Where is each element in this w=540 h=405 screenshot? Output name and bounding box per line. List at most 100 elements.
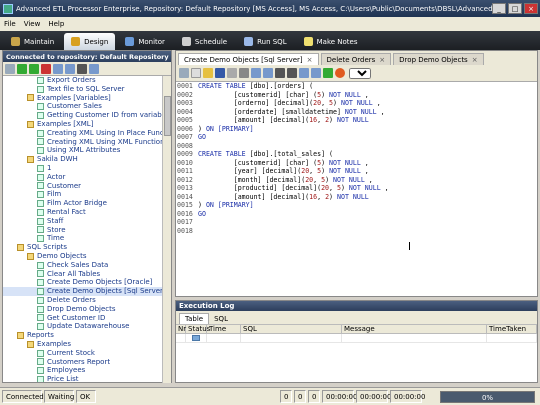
item-icon: [37, 296, 44, 304]
tree-item[interactable]: Rental Fact: [3, 208, 163, 217]
tree-folder[interactable]: Demo Objects: [3, 252, 163, 261]
tree-item[interactable]: Text file to SQL Server: [3, 85, 163, 94]
tree-item[interactable]: Film Actor Bridge: [3, 199, 163, 208]
tree-item[interactable]: Get Customer ID: [3, 314, 163, 323]
code-line: 0008: [176, 142, 537, 151]
menu-help[interactable]: Help: [44, 20, 68, 28]
code-text: [customerid] [char] (5) NOT NULL ,: [198, 90, 369, 99]
tree-item[interactable]: Update Datawarehouse: [3, 322, 163, 331]
find-icon[interactable]: [275, 68, 285, 78]
properties-icon[interactable]: [179, 68, 189, 78]
tab-sql[interactable]: SQL: [209, 313, 233, 324]
title-bar: Advanced ETL Processor Enterprise, Repos…: [0, 0, 540, 17]
redo-icon[interactable]: [311, 68, 321, 78]
menu-file[interactable]: File: [0, 20, 20, 28]
document-tab[interactable]: Delete Orders ×: [320, 53, 392, 65]
tree-label: Reports: [27, 331, 54, 340]
replace-icon[interactable]: [287, 68, 297, 78]
tab-run-sql[interactable]: Run SQL: [237, 33, 294, 50]
tree-item[interactable]: Customer: [3, 182, 163, 191]
tree-folder[interactable]: Examples: [3, 340, 163, 349]
tree-item[interactable]: Customer Sales: [3, 102, 163, 111]
print-icon[interactable]: [227, 68, 237, 78]
tree-item[interactable]: Customers Report: [3, 358, 163, 367]
minimize-button[interactable]: _: [492, 3, 506, 14]
stop-icon[interactable]: [335, 68, 345, 78]
open-icon[interactable]: [203, 68, 213, 78]
close-tab-icon[interactable]: ×: [379, 56, 385, 64]
tree-folder[interactable]: Examples [Variables]: [3, 94, 163, 103]
add-icon[interactable]: [17, 63, 27, 74]
code-text: [month] [decimal](20, 5) NOT NULL ,: [198, 175, 373, 184]
code-text: ) ON [PRIMARY]: [198, 124, 254, 133]
tab-table[interactable]: Table: [179, 313, 210, 324]
document-tab[interactable]: Create Demo Objects [Sql Server] ×: [178, 53, 319, 65]
scrollbar-thumb[interactable]: [164, 96, 171, 136]
tab-schedule[interactable]: Schedule: [175, 33, 234, 50]
tree-item[interactable]: Create Demo Objects [Oracle]: [3, 278, 163, 287]
menu-view[interactable]: View: [20, 20, 45, 28]
tree-item[interactable]: Clear All Tables: [3, 270, 163, 279]
find-icon[interactable]: [77, 63, 87, 74]
undo-icon[interactable]: [299, 68, 309, 78]
tree-item[interactable]: 1: [3, 164, 163, 173]
tree-label: Staff: [47, 216, 64, 225]
new-icon[interactable]: [191, 68, 201, 78]
col-time[interactable]: Time: [207, 325, 241, 333]
tree-item[interactable]: Create Demo Objects [Sql Server]: [3, 287, 163, 296]
delete-icon[interactable]: [41, 63, 51, 74]
tab-monitor[interactable]: Monitor: [118, 33, 172, 50]
code-text: [orderno] [decimal](20, 5) NOT NULL ,: [198, 99, 381, 107]
tree-item[interactable]: Creating XML Using In Place Function: [3, 129, 163, 138]
close-button[interactable]: ×: [524, 3, 538, 14]
document-tab[interactable]: Drop Demo Objects ×: [393, 53, 484, 65]
tree-item[interactable]: Store: [3, 226, 163, 235]
col-sql[interactable]: SQL: [241, 325, 342, 333]
tree-item[interactable]: Current Stock: [3, 349, 163, 358]
col-message[interactable]: Message: [342, 325, 487, 333]
col-nr[interactable]: Nr: [176, 325, 186, 333]
tree-item[interactable]: Check Sales Data: [3, 261, 163, 270]
tree-folder[interactable]: Reports: [3, 331, 163, 340]
tree-item[interactable]: Drop Demo Objects: [3, 305, 163, 314]
tree-item[interactable]: Staff: [3, 217, 163, 226]
tree-item[interactable]: Actor: [3, 173, 163, 182]
code-text: CREATE TABLE [dbo].[total_sales] (: [198, 150, 333, 158]
save-icon[interactable]: [215, 68, 225, 78]
paste-icon[interactable]: [65, 63, 75, 74]
properties-icon[interactable]: [5, 63, 15, 74]
log-row[interactable]: [176, 334, 537, 343]
paste-icon[interactable]: [263, 68, 273, 78]
tab-make-notes[interactable]: Make Notes: [297, 33, 365, 50]
tree-scrollbar[interactable]: [162, 76, 171, 383]
col-timetaken[interactable]: TimeTaken: [487, 325, 537, 333]
tree-folder[interactable]: Examples [XML]: [3, 120, 163, 129]
tree-folder[interactable]: SQL Scripts: [3, 243, 163, 252]
copy-icon[interactable]: [53, 63, 63, 74]
close-tab-icon[interactable]: ×: [472, 56, 478, 64]
go-select[interactable]: GO: [349, 67, 371, 79]
window-title: Advanced ETL Processor Enterprise, Repos…: [16, 4, 492, 13]
tree-item[interactable]: Getting Customer ID from variable: [3, 111, 163, 120]
run-icon[interactable]: [323, 68, 333, 78]
tree-folder[interactable]: Sakila DWH: [3, 155, 163, 164]
tab-design[interactable]: Design: [64, 33, 116, 50]
tree-item[interactable]: Film: [3, 190, 163, 199]
tree-item[interactable]: Time: [3, 234, 163, 243]
cut-icon[interactable]: [239, 68, 249, 78]
maximize-button[interactable]: □: [508, 3, 522, 14]
code-area[interactable]: 0001 CREATE TABLE [dbo].[orders] (0002 [c…: [176, 82, 537, 296]
refresh-icon[interactable]: [89, 63, 99, 74]
tree-item[interactable]: Employees: [3, 366, 163, 375]
status-counter-3: 0: [308, 390, 320, 403]
tree-item[interactable]: Delete Orders: [3, 296, 163, 305]
tree-item[interactable]: Using XML Attributes: [3, 146, 163, 155]
col-status[interactable]: Status: [186, 325, 210, 333]
tab-maintain[interactable]: Maintain: [4, 33, 61, 50]
close-tab-icon[interactable]: ×: [307, 56, 313, 64]
tree-item[interactable]: Creating XML Using XML Functions: [3, 138, 163, 147]
tree-item[interactable]: Price List: [3, 375, 163, 382]
copy-icon[interactable]: [251, 68, 261, 78]
tree-item[interactable]: Export Orders: [3, 76, 163, 85]
add-folder-icon[interactable]: [29, 63, 39, 74]
